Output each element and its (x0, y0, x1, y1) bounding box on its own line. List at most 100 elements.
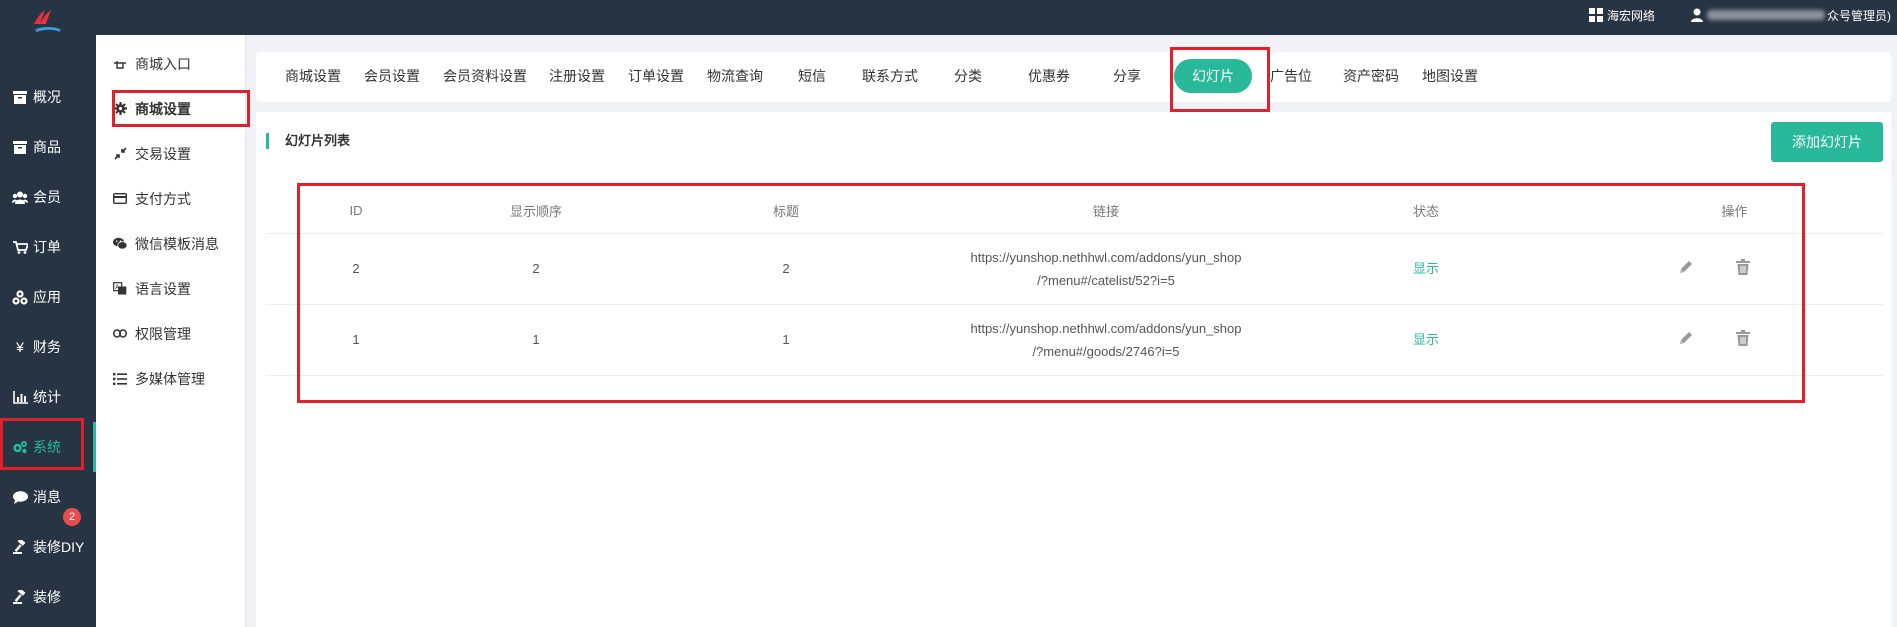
apps-icon (12, 289, 28, 305)
nav-item-decorate[interactable]: 装修 (0, 572, 96, 622)
subnav-item-mall-settings[interactable]: 商城设置 (96, 86, 246, 131)
edit-icon[interactable] (1674, 255, 1698, 279)
table-row: 1 1 1 https://yunshop.nethhwl.com/addons… (266, 304, 1883, 376)
link-icon (113, 327, 127, 341)
panel-title: 幻灯片列表 (266, 133, 350, 149)
tab-contact[interactable]: 联系方式 (859, 59, 921, 93)
nav-item-messages[interactable]: 消息 2 (0, 472, 96, 526)
settings-tabs: 商城设置 会员设置 会员资料设置 注册设置 订单设置 物流查询 短信 联系方式 … (256, 52, 1891, 102)
admin-label: 众号管理员) (1827, 8, 1891, 23)
settings-subnav: 商城入口 商城设置 交易设置 支付方式 微信模板消息 A 语言设置 权限管理 多… (96, 35, 246, 627)
users-icon (12, 189, 28, 205)
col-header-order: 显示顺序 (446, 189, 626, 234)
col-header-actions: 操作 (1586, 189, 1883, 234)
credit-card-icon (113, 192, 127, 206)
nav-item-goods[interactable]: 商品 (0, 122, 96, 172)
tab-category[interactable]: 分类 (948, 59, 988, 93)
org-label: 海宏网络 (1606, 8, 1655, 23)
tab-share[interactable]: 分享 (1107, 59, 1147, 93)
table-header-row: ID 显示顺序 标题 链接 状态 操作 (266, 189, 1883, 234)
delete-icon[interactable] (1731, 255, 1755, 279)
cell-order: 2 (446, 233, 626, 305)
nav-label: 订单 (33, 239, 61, 255)
tab-logistics-query[interactable]: 物流查询 (704, 59, 766, 93)
dashboard-icon (12, 89, 28, 105)
cart-icon (12, 239, 28, 255)
subnav-item-mall-entry[interactable]: 商城入口 (96, 41, 246, 86)
subnav-item-media[interactable]: 多媒体管理 (96, 356, 246, 401)
nav-item-stats[interactable]: 统计 (0, 372, 96, 422)
link-line-1: https://yunshop.nethhwl.com/addons/yun_s… (970, 249, 1242, 265)
delete-icon[interactable] (1731, 326, 1755, 350)
slides-table: ID 显示顺序 标题 链接 状态 操作 2 2 2 https://yunsho… (266, 189, 1883, 376)
cell-id: 1 (266, 304, 446, 376)
main-sidebar: 概况 商品 会员 订单 应用 ¥ 财务 统计 系统 消息 2 装修DIY 装修 (0, 35, 96, 627)
cell-link: https://yunshop.nethhwl.com/addons/yun_s… (946, 304, 1266, 376)
link-line-1: https://yunshop.nethhwl.com/addons/yun_s… (970, 320, 1242, 336)
col-header-status: 状态 (1266, 189, 1586, 234)
tab-member-profile-settings[interactable]: 会员资料设置 (439, 59, 531, 93)
nav-item-finance[interactable]: ¥ 财务 (0, 322, 96, 372)
compress-arrows-icon (113, 147, 127, 161)
user-menu[interactable]: 众号管理员) (1691, 7, 1891, 24)
box-icon (12, 139, 28, 155)
subnav-item-payment[interactable]: 支付方式 (96, 176, 246, 221)
nav-label: 概况 (33, 89, 61, 105)
logo[interactable] (0, 0, 96, 35)
tab-mall-settings[interactable]: 商城设置 (282, 59, 344, 93)
col-header-id: ID (266, 189, 446, 234)
tab-map-settings[interactable]: 地图设置 (1419, 59, 1481, 93)
cell-title: 1 (626, 304, 946, 376)
cell-link: https://yunshop.nethhwl.com/addons/yun_s… (946, 233, 1266, 305)
cell-actions (1586, 304, 1883, 376)
grid-icon (1588, 8, 1603, 22)
subnav-item-wechat-template[interactable]: 微信模板消息 (96, 221, 246, 266)
nav-item-system[interactable]: 系统 (0, 422, 96, 472)
list-icon (113, 372, 127, 386)
bar-chart-icon (12, 389, 28, 405)
nav-item-decorate-diy[interactable]: 装修DIY (0, 522, 96, 572)
user-icon (1691, 8, 1703, 22)
language-icon: A (113, 282, 127, 296)
nav-item-apps[interactable]: 应用 (0, 272, 96, 322)
nav-label: 会员 (33, 189, 61, 205)
col-header-link: 链接 (946, 189, 1266, 234)
tab-sms[interactable]: 短信 (792, 59, 832, 93)
cell-status: 显示 (1266, 233, 1586, 305)
top-bar: 海宏网络 众号管理员) (0, 0, 1897, 35)
subnav-item-permissions[interactable]: 权限管理 (96, 311, 246, 356)
wechat-icon (113, 237, 127, 251)
edit-icon[interactable] (1674, 326, 1698, 350)
tab-ad-slots[interactable]: 广告位 (1267, 59, 1315, 93)
yen-icon: ¥ (16, 339, 24, 355)
tab-order-settings[interactable]: 订单设置 (625, 59, 687, 93)
tab-asset-password[interactable]: 资产密码 (1340, 59, 1402, 93)
slides-panel: 幻灯片列表 添加幻灯片 ID 显示顺序 标题 链接 状态 操作 2 2 2 ht… (256, 112, 1891, 627)
cell-actions (1586, 233, 1883, 305)
table-row: 2 2 2 https://yunshop.nethhwl.com/addons… (266, 233, 1883, 305)
nav-label: 财务 (33, 339, 61, 355)
subnav-label: 语言设置 (135, 280, 191, 297)
org-switcher[interactable]: 海宏网络 (1588, 7, 1655, 24)
gear-icon (113, 102, 127, 116)
tab-slides[interactable]: 幻灯片 (1174, 59, 1252, 93)
nav-item-orders[interactable]: 订单 (0, 222, 96, 272)
subnav-label: 商城入口 (135, 55, 191, 72)
nav-label: 装修 (33, 589, 61, 605)
gavel-icon (12, 589, 28, 605)
nav-item-members[interactable]: 会员 (0, 172, 96, 222)
tab-register-settings[interactable]: 注册设置 (546, 59, 608, 93)
subnav-label: 多媒体管理 (135, 370, 205, 387)
gears-icon (12, 439, 28, 455)
add-slide-button[interactable]: 添加幻灯片 (1771, 122, 1883, 162)
subnav-item-language[interactable]: A 语言设置 (96, 266, 246, 311)
subnav-label: 交易设置 (135, 145, 191, 162)
subnav-item-trade-settings[interactable]: 交易设置 (96, 131, 246, 176)
subnav-label: 商城设置 (135, 100, 191, 117)
nav-label: 消息 (33, 489, 61, 505)
tab-member-settings[interactable]: 会员设置 (361, 59, 423, 93)
nav-label: 系统 (33, 439, 61, 455)
nav-item-overview[interactable]: 概况 (0, 72, 96, 122)
tab-coupon[interactable]: 优惠券 (1024, 59, 1074, 93)
comment-icon (12, 489, 28, 505)
